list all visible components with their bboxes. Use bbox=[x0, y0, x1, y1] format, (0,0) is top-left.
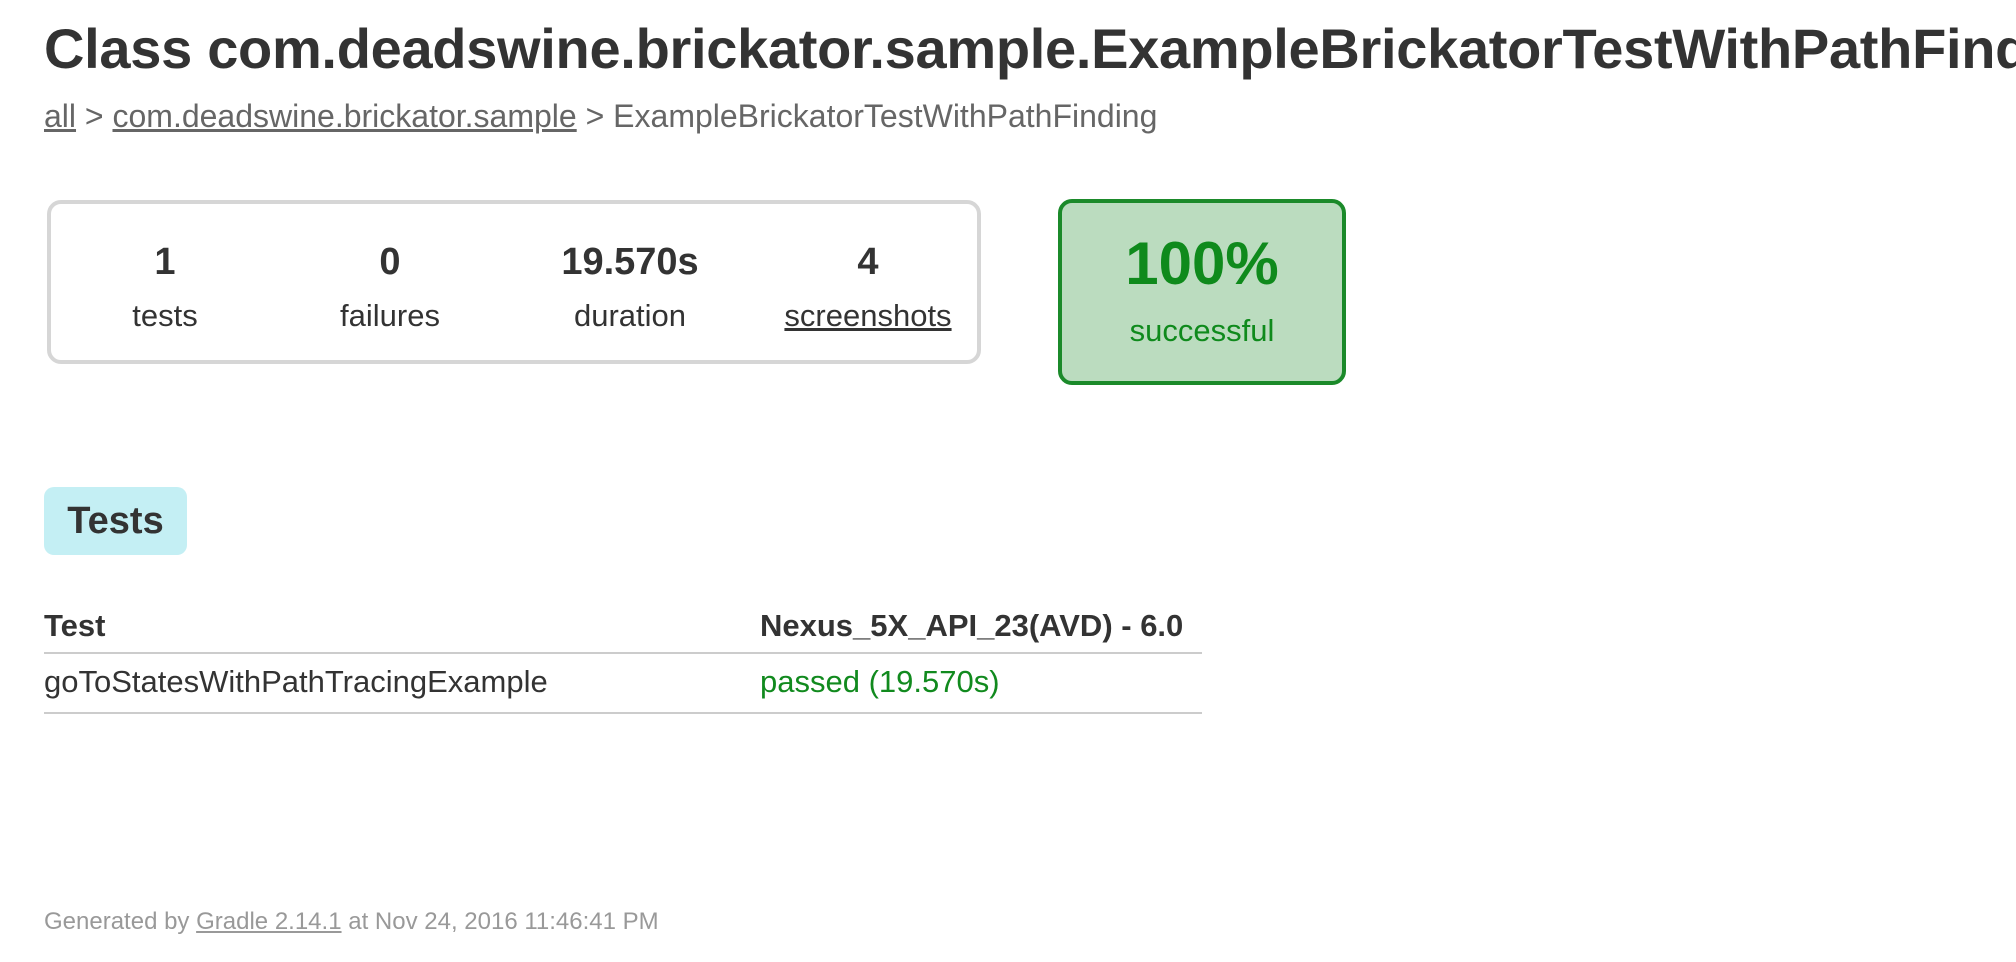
breadcrumb-separator: > bbox=[76, 98, 113, 134]
success-rate-value: 100% bbox=[1125, 230, 1279, 297]
tests-count: 1 bbox=[154, 241, 176, 283]
tab-tests[interactable]: Tests bbox=[44, 487, 187, 555]
breadcrumb: all > com.deadswine.brickator.sample > E… bbox=[44, 98, 1157, 135]
page-title: Class com.deadswine.brickator.sample.Exa… bbox=[44, 17, 2016, 80]
breadcrumb-current: ExampleBrickatorTestWithPathFinding bbox=[613, 98, 1158, 134]
summary-box: 1 tests 0 failures 19.570s duration 4 sc… bbox=[47, 200, 981, 364]
breadcrumb-separator: > bbox=[576, 98, 614, 134]
duration-label: duration bbox=[573, 298, 687, 333]
column-header-device: Nexus_5X_API_23(AVD) - 6.0 bbox=[760, 604, 1202, 654]
failures-counter: 0 failures bbox=[270, 240, 510, 336]
footer-timestamp: at Nov 24, 2016 11:46:41 PM bbox=[341, 908, 659, 935]
column-header-test: Test bbox=[44, 604, 760, 654]
footer-prefix: Generated by bbox=[44, 908, 197, 935]
gradle-link[interactable]: Gradle 2.14.1 bbox=[196, 908, 341, 935]
test-results-table: Test Nexus_5X_API_23(AVD) - 6.0 goToStat… bbox=[44, 604, 1202, 714]
breadcrumb-link-all[interactable]: all bbox=[44, 98, 76, 134]
tests-label: tests bbox=[132, 298, 198, 333]
duration-counter: 19.570s duration bbox=[510, 240, 750, 336]
table-row: goToStatesWithPathTracingExample passed … bbox=[44, 653, 1202, 714]
success-rate-box: 100% successful bbox=[1058, 199, 1346, 385]
success-rate-label: successful bbox=[1129, 313, 1275, 348]
test-result-cell: passed (19.570s) bbox=[760, 653, 1202, 714]
failures-label: failures bbox=[340, 298, 440, 333]
duration-value: 19.570s bbox=[561, 241, 699, 283]
screenshots-link[interactable]: screenshots bbox=[784, 298, 951, 333]
footer: Generated by Gradle 2.14.1 at Nov 24, 20… bbox=[44, 908, 659, 936]
tests-counter: 1 tests bbox=[45, 240, 285, 336]
breadcrumb-link-package[interactable]: com.deadswine.brickator.sample bbox=[112, 98, 576, 134]
test-name-cell: goToStatesWithPathTracingExample bbox=[44, 653, 760, 714]
screenshots-count: 4 bbox=[857, 241, 879, 283]
failures-count: 0 bbox=[379, 241, 401, 283]
screenshots-label: screenshots bbox=[748, 296, 988, 336]
table-header-row: Test Nexus_5X_API_23(AVD) - 6.0 bbox=[44, 604, 1202, 654]
screenshots-counter: 4 screenshots bbox=[748, 240, 988, 336]
